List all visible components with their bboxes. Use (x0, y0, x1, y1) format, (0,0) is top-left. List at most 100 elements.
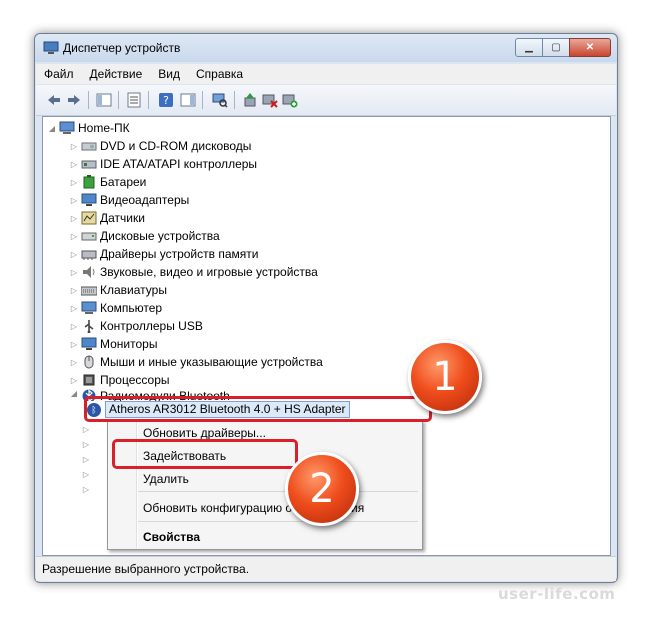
hidden-tree-stubs: ▷ ▷ ▷ ▷ ▷ (81, 425, 91, 494)
tree-item-usb[interactable]: ▷ Контроллеры USB (69, 317, 203, 335)
tree-item-sound[interactable]: ▷ Звуковые, видео и игровые устройства (69, 263, 318, 281)
tree-item-label: Клавиатуры (100, 283, 167, 297)
expand-arrow-icon[interactable]: ▷ (81, 455, 91, 464)
expand-arrow-icon[interactable]: ▷ (69, 160, 79, 169)
expand-arrow-icon[interactable]: ▷ (81, 470, 91, 479)
tree-item-sensors[interactable]: ▷ Датчики (69, 209, 145, 227)
expand-arrow-icon[interactable]: ▷ (69, 250, 79, 259)
expand-arrow-icon[interactable]: ▷ (69, 214, 79, 223)
sensor-icon (81, 211, 97, 225)
memory-device-icon (81, 250, 97, 260)
console-tree-icon[interactable] (96, 92, 112, 108)
computer-icon (59, 121, 75, 134)
tree-item-label: Датчики (100, 211, 145, 225)
collapse-arrow-icon[interactable]: ◢ (47, 124, 57, 133)
window-title: Диспетчер устройств (63, 41, 181, 55)
tree-item-label: Дисковые устройства (100, 229, 220, 243)
action-pane-icon[interactable] (180, 92, 196, 108)
expand-arrow-icon[interactable]: ▷ (69, 232, 79, 241)
tree-item-monitors[interactable]: ▷ Мониторы (69, 335, 158, 353)
expand-arrow-icon[interactable]: ▷ (81, 440, 91, 449)
tree-item-label: Процессоры (100, 373, 170, 387)
toolbar: ? (36, 85, 616, 116)
expand-arrow-icon[interactable]: ▷ (69, 322, 79, 331)
expand-arrow-icon[interactable]: ▷ (81, 485, 91, 494)
tree-item-label: Драйверы устройств памяти (100, 247, 259, 261)
root-label: Home-ПК (78, 121, 130, 135)
tree-root[interactable]: ◢ Home-ПК (47, 119, 130, 137)
expand-arrow-icon[interactable]: ▷ (81, 425, 91, 434)
mouse-icon (84, 355, 94, 369)
properties-sheet-icon[interactable] (126, 92, 142, 108)
highlight-frame-device (84, 396, 432, 422)
status-text: Разрешение выбранного устройства. (42, 562, 250, 576)
speaker-icon (83, 266, 95, 278)
menu-delete[interactable]: Удалить (143, 472, 189, 486)
menu-bar: Файл Действие Вид Справка (36, 64, 616, 84)
disk-drive-icon (81, 232, 97, 241)
tree-item-label: DVD и CD-ROM дисководы (100, 139, 252, 153)
tree-item-keyboards[interactable]: ▷ Клавиатуры (69, 281, 167, 299)
collapse-arrow-icon[interactable]: ◢ (69, 389, 79, 398)
tree-item-label: IDE ATA/ATAPI контроллеры (100, 157, 258, 171)
tree-item-label: Мониторы (100, 337, 158, 351)
update-driver-icon[interactable] (242, 92, 258, 108)
expand-arrow-icon[interactable]: ▷ (69, 286, 79, 295)
expand-arrow-icon[interactable]: ▷ (69, 142, 79, 151)
menu-view[interactable]: Вид (150, 67, 188, 81)
tree-item-ide[interactable]: ▷ IDE ATA/ATAPI контроллеры (69, 155, 257, 173)
scan-hardware-icon[interactable] (212, 92, 228, 108)
computer-icon (81, 301, 97, 314)
battery-icon (83, 175, 95, 189)
keyboard-icon (81, 286, 97, 296)
tree-item-batteries[interactable]: ▷ Батареи (69, 173, 146, 191)
tree-item-mice[interactable]: ▷ Мыши и иные указывающие устройства (69, 353, 323, 371)
expand-arrow-icon[interactable]: ▷ (69, 268, 79, 277)
processor-icon (83, 374, 95, 386)
menu-action[interactable]: Действие (82, 67, 151, 81)
disable-device-icon[interactable] (262, 92, 278, 108)
dvd-drive-icon (81, 142, 97, 151)
expand-arrow-icon[interactable]: ▷ (69, 196, 79, 205)
expand-arrow-icon[interactable]: ▷ (69, 358, 79, 367)
tree-item-video[interactable]: ▷ Видеоадаптеры (69, 191, 189, 209)
tree-item-label: Видеоадаптеры (100, 193, 190, 207)
menu-properties[interactable]: Свойства (143, 530, 200, 544)
tree-item-label: Контроллеры USB (100, 319, 203, 333)
watermark: user-life.com (498, 585, 616, 603)
close-button[interactable]: ✕ (569, 38, 611, 57)
menu-file[interactable]: Файл (36, 67, 82, 81)
help-icon[interactable]: ? (158, 92, 174, 108)
tree-item-computer[interactable]: ▷ Компьютер (69, 299, 162, 317)
display-adapter-icon (81, 193, 97, 206)
status-bar: Разрешение выбранного устройства. (36, 556, 616, 581)
tree-item-label: Звуковые, видео и игровые устройства (100, 265, 318, 279)
tree-item-dvd[interactable]: ▷ DVD и CD-ROM дисководы (69, 137, 251, 155)
tree-item-label: Батареи (100, 175, 147, 189)
maximize-button[interactable]: ▢ (542, 38, 570, 57)
expand-arrow-icon[interactable]: ▷ (69, 178, 79, 187)
device-manager-icon (43, 41, 59, 54)
forward-arrow-icon[interactable] (66, 92, 82, 108)
title-bar[interactable]: Диспетчер устройств ▁ ▢ ✕ (35, 34, 617, 62)
tree-item-label: Мыши и иные указывающие устройства (100, 355, 323, 369)
tree-item-processors[interactable]: ▷ Процессоры (69, 371, 170, 389)
minimize-button[interactable]: ▁ (515, 38, 543, 57)
callout-badge-2: 2 (285, 452, 359, 526)
uninstall-device-icon[interactable] (282, 92, 298, 108)
usb-icon (84, 320, 94, 333)
tree-item-disks[interactable]: ▷ Дисковые устройства (69, 227, 220, 245)
back-arrow-icon[interactable] (46, 92, 62, 108)
tree-item-memory-drivers[interactable]: ▷ Драйверы устройств памяти (69, 245, 259, 263)
menu-update-drivers[interactable]: Обновить драйверы... (143, 426, 266, 440)
expand-arrow-icon[interactable]: ▷ (69, 376, 79, 385)
ide-controller-icon (81, 160, 97, 169)
tree-item-label: Компьютер (100, 301, 163, 315)
highlight-frame-enable (112, 439, 298, 469)
svg-text:?: ? (163, 94, 169, 107)
callout-badge-1: 1 (408, 340, 482, 414)
expand-arrow-icon[interactable]: ▷ (69, 340, 79, 349)
monitor-icon (81, 337, 97, 350)
menu-help[interactable]: Справка (188, 67, 251, 81)
expand-arrow-icon[interactable]: ▷ (69, 304, 79, 313)
